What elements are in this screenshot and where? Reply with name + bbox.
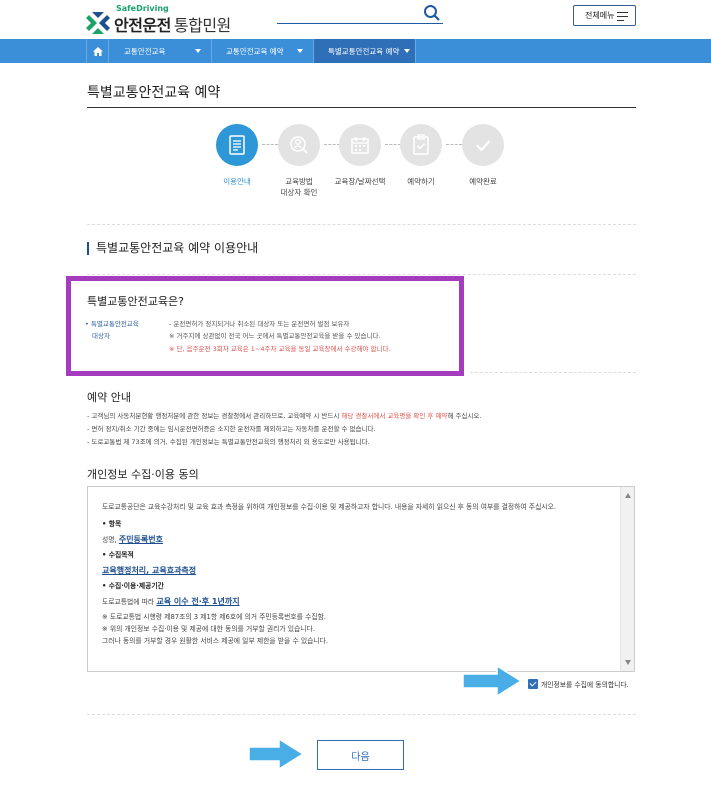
nav-item-label: 교통안전교육 <box>124 46 166 56</box>
logo[interactable]: SafeDriving 안전운전 통합민원 <box>86 4 231 36</box>
reservation-title: 예약 안내 <box>87 391 131 404</box>
nav-item-label: 교통안전교육 예약 <box>226 46 284 56</box>
document-icon <box>216 124 258 166</box>
target-line-1: - 운전면허가 정지되거나 취소된 대상자 또는 운전면허 벌점 보유자 <box>169 320 350 328</box>
step-4: 예약하기 <box>391 124 451 187</box>
logo-sub: 통합민원 <box>173 16 231 35</box>
agree-label: 개인정보를 수집에 동의합니다. <box>541 681 629 689</box>
period-heading: • 수집·이용·제공기간 <box>102 582 164 591</box>
divider <box>470 372 636 373</box>
target-description: - 운전면허가 정지되거나 취소된 대상자 또는 운전면허 벌점 보유자 ※ 거… <box>169 318 391 355</box>
reservation-notes: - 고객님의 사동처분현황 행정처분에 관한 정보는 경찰청에서 관리하므로, … <box>87 410 481 449</box>
title-divider <box>87 107 636 108</box>
scroll-up-icon[interactable] <box>625 493 631 498</box>
home-button[interactable] <box>86 39 109 63</box>
page-title: 특별교통안전교육 예약 <box>87 85 221 101</box>
arrow-right-icon <box>462 664 523 698</box>
agree-checkbox[interactable]: 개인정보를 수집에 동의합니다. <box>528 679 629 689</box>
item-heading: • 항목 <box>102 519 122 528</box>
logo-main: 안전운전 <box>114 16 171 35</box>
period-value: 도로교통법에 따라 교육 이수 전·후 1년까지 <box>102 597 617 607</box>
step-1: 이용안내 <box>207 124 267 187</box>
check-icon <box>462 124 504 166</box>
nav-item-label: 특별교통안전교육 예약 <box>328 46 400 56</box>
nav-item-education[interactable]: 교통안전교육 <box>110 39 212 63</box>
clipboard-check-icon <box>400 124 442 166</box>
arrow-right-icon <box>248 737 305 771</box>
logo-korean-text: 안전운전 통합민원 <box>114 12 231 36</box>
note-1-text: - 고객님의 사동처분현황 행정처분에 관한 정보는 경찰청에서 관리하므로, … <box>87 412 342 420</box>
nav-item-special-reservation[interactable]: 특별교통안전교육 예약 <box>314 39 416 63</box>
target-label-line1: • 특별교통안전교육 <box>85 320 139 328</box>
search-input[interactable] <box>277 4 443 24</box>
footnote-1: ※ 도로교통법 시행령 제87조의 3 제1항 제6호에 의거 주민등록번호를 … <box>102 613 327 622</box>
caret-down-icon <box>195 49 201 53</box>
item-value: 성명, 주민등록번호 <box>102 535 617 545</box>
footnote-3: 그러나 동의를 거부할 경우 원활한 서비스 제공에 일부 제한을 받을 수 있… <box>102 637 329 646</box>
search-icon[interactable] <box>423 4 441 22</box>
item-value-text: 주민등록번호 <box>118 534 163 544</box>
user-search-icon <box>278 124 320 166</box>
target-label-line2: 대상자 <box>92 332 110 341</box>
step-label: 교육방법 대상자 확인 <box>280 177 318 198</box>
period-prefix: 도로교통법에 따라 <box>102 598 157 607</box>
progress-steps: 이용안내 교육방법 대상자 확인 교육장/날짜선택 예약하기 예약완료 <box>210 124 510 204</box>
section-title: 특별교통안전교육 예약 이용안내 <box>87 242 258 255</box>
caret-down-icon <box>297 49 303 53</box>
checkbox-checked-icon[interactable] <box>528 679 538 689</box>
calendar-icon <box>339 124 381 166</box>
about-title: 특별교통안전교육은? <box>87 295 184 308</box>
step-3: 교육장/날짜선택 <box>330 124 390 187</box>
note-1-highlight: 해당 경찰서에서 교육명을 확인 후 예약 <box>341 412 448 420</box>
site-header: SafeDriving 안전운전 통합민원 전체메뉴 <box>0 0 711 39</box>
hamburger-icon <box>617 12 628 24</box>
home-icon <box>92 46 103 56</box>
note-2: - 면허 정지/취소 기간 중에는 임시운전면허증은 소지한 운전자를 제외하고… <box>87 425 376 433</box>
divider <box>87 714 636 715</box>
purpose-heading: • 수집목적 <box>102 551 134 560</box>
divider <box>87 224 636 225</box>
step-label: 이용안내 <box>223 177 251 186</box>
item-prefix: 성명, <box>102 535 119 544</box>
step-2: 교육방법 대상자 확인 <box>269 124 329 199</box>
step-label: 교육장/날짜선택 <box>334 177 386 186</box>
step-5: 예약완료 <box>453 124 513 187</box>
period-value-text: 교육 이수 전·후 1년까지 <box>156 597 240 607</box>
step-label: 예약하기 <box>407 177 435 186</box>
step-label: 예약완료 <box>469 177 497 186</box>
target-label: • 특별교통안전교육 대상자 <box>85 318 139 343</box>
caret-down-icon <box>404 49 411 53</box>
scroll-down-icon[interactable] <box>625 660 631 665</box>
note-3: - 도로교통법 제 73조에 의거, 수집된 개인정보는 특별교통안전교육의 행… <box>87 438 370 446</box>
target-line-3: ※ 단, 음주운전 3회차 교육은 1~4주차 교육을 동일 교육장에서 수강해… <box>169 344 391 353</box>
privacy-title: 개인정보 수집·이용 동의 <box>87 468 199 481</box>
all-menu-button[interactable]: 전체메뉴 <box>573 5 636 26</box>
footnote-2: ※ 위의 개인정보 수집·이용 및 제공에 대한 동의를 거부할 권리가 있습니… <box>102 625 315 634</box>
target-line-2: ※ 거주지에 상관없이 전국 어느 곳에서 특별교통안전교육을 받을 수 있습니… <box>169 332 381 341</box>
purpose-value-text: 교육행정처리, 교육효과측정 <box>102 565 197 575</box>
all-menu-label: 전체메뉴 <box>585 11 615 20</box>
purpose-value: 교육행정처리, 교육효과측정 <box>102 566 617 576</box>
scrollbar[interactable] <box>620 487 634 671</box>
privacy-consent-box[interactable]: 도로교통공단은 교육수강처리 및 교육 효과 측정을 위하여 개인정보를 수집·… <box>87 486 635 672</box>
breadcrumb-nav: 교통안전교육 교통안전교육 예약 특별교통안전교육 예약 <box>0 39 711 63</box>
consent-text: 도로교통공단은 교육수강처리 및 교육 효과 측정을 위하여 개인정보를 수집·… <box>102 503 617 652</box>
logo-mark-icon <box>86 12 110 36</box>
note-1: - 고객님의 사동처분현황 행정처분에 관한 정보는 경찰청에서 관리하므로, … <box>87 410 481 423</box>
consent-intro: 도로교통공단은 교육수강처리 및 교육 효과 측정을 위하여 개인정보를 수집·… <box>102 503 556 511</box>
note-1-tail: 해 주십시오. <box>447 412 482 420</box>
logo-english-text: SafeDriving <box>116 4 169 13</box>
nav-item-education-reservation[interactable]: 교통안전교육 예약 <box>212 39 314 63</box>
next-button[interactable]: 다음 <box>317 740 404 770</box>
divider <box>87 274 636 275</box>
